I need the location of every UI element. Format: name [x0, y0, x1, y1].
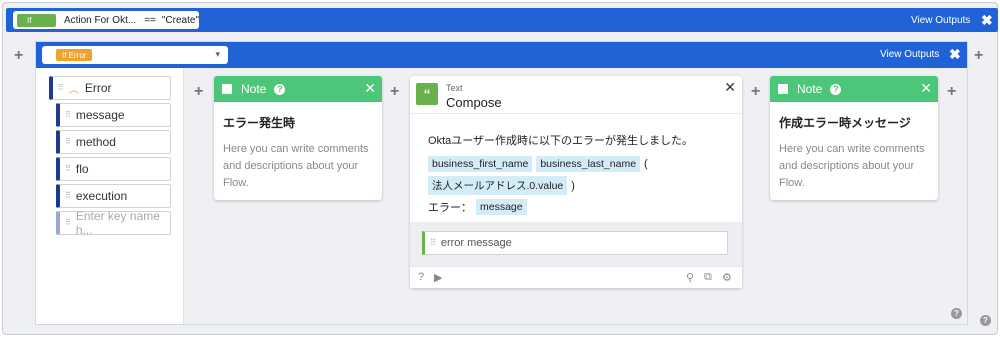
chevron-down-icon[interactable]: ▾: [215, 49, 220, 60]
if-error-block: If Error ▾ View Outputs ✖ ⠿ ︿ Error ⠿ me…: [35, 41, 968, 325]
key-label: execution: [75, 189, 128, 203]
compose-text: エラー：: [428, 202, 472, 214]
note-header: Note ? ✕: [770, 76, 938, 102]
help-icon[interactable]: ?: [951, 308, 962, 319]
key-label: flo: [75, 162, 89, 176]
drag-handle-icon[interactable]: ⠿: [65, 138, 71, 146]
output-field[interactable]: ⠿ error message: [422, 231, 728, 255]
compose-line: エラー： message: [428, 199, 742, 215]
add-card-icon[interactable]: +: [194, 84, 203, 100]
compose-line: 法人メールアドレス.0.value ): [428, 176, 742, 195]
compose-type: Text: [446, 83, 463, 93]
if-condition-field[interactable]: If Action For Okt... == "Create": [13, 11, 199, 29]
close-icon[interactable]: ✕: [364, 80, 376, 97]
chevron-up-icon[interactable]: ︿: [69, 81, 79, 96]
add-card-icon[interactable]: +: [947, 84, 956, 100]
if-error-bar: If Error ▾ View Outputs ✖: [36, 42, 967, 68]
compose-header: “ Text Compose ✕: [410, 76, 742, 114]
compose-title: Compose: [446, 95, 502, 110]
key-label: Error: [84, 81, 112, 95]
drag-handle-icon[interactable]: ⠿: [65, 111, 71, 119]
note-header-label: Note: [797, 82, 823, 96]
variable-token[interactable]: business_last_name: [536, 156, 641, 172]
help-icon[interactable]: ?: [418, 271, 424, 283]
compose-line: business_first_name business_last_name (: [428, 156, 742, 172]
note-icon: [778, 84, 788, 94]
variable-token[interactable]: message: [476, 199, 527, 215]
drag-handle-icon[interactable]: ⠿: [65, 165, 71, 173]
error-keys-panel: ⠿ ︿ Error ⠿ message ⠿ method ⠿ flo ⠿ exe…: [36, 68, 184, 324]
output-field-label: error message: [440, 237, 512, 249]
close-icon[interactable]: ✕: [920, 80, 932, 97]
key-item[interactable]: ⠿ execution: [56, 184, 171, 208]
if-condition-right: "Create": [161, 14, 199, 26]
copy-icon[interactable]: ⧉: [704, 271, 712, 284]
key-label: message: [75, 108, 125, 122]
error-branch-canvas: + + + + Note ? ✕ エラー発生時 Here you can wri…: [184, 68, 967, 324]
quote-icon: “: [416, 83, 438, 105]
if-error-select[interactable]: If Error ▾: [42, 46, 228, 64]
compose-toolbar: ? ▶ ⚲ ⧉ ⚙: [410, 266, 742, 288]
note-title[interactable]: エラー発生時: [223, 114, 382, 131]
compose-card[interactable]: “ Text Compose ✕ Oktaユーザー作成時に以下のエラーが発生しま…: [410, 76, 742, 288]
compose-text-editor[interactable]: Oktaユーザー作成時に以下のエラーが発生しました。 business_firs…: [410, 114, 742, 215]
add-step-left-icon[interactable]: +: [14, 48, 23, 64]
if-close-icon[interactable]: ✖: [981, 13, 993, 27]
key-item[interactable]: ⠿ flo: [56, 157, 171, 181]
note-card[interactable]: Note ? ✕ エラー発生時 Here you can write comme…: [214, 76, 382, 200]
compose-line: Oktaユーザー作成時に以下のエラーが発生しました。: [428, 132, 742, 148]
add-card-icon[interactable]: +: [751, 84, 760, 100]
if-branch-bar: If Action For Okt... == "Create" View Ou…: [6, 8, 998, 32]
if-operator: ==: [144, 14, 156, 26]
key-item[interactable]: ⠿ message: [56, 103, 171, 127]
note-card[interactable]: Note ? ✕ 作成エラー時メッセージ Here you can write …: [770, 76, 938, 200]
key-label: method: [75, 135, 116, 149]
if-view-outputs-link[interactable]: View Outputs: [911, 15, 970, 26]
help-icon[interactable]: ?: [274, 83, 286, 95]
variable-token[interactable]: business_first_name: [428, 156, 533, 172]
if-error-close-icon[interactable]: ✖: [949, 47, 961, 61]
variable-token[interactable]: 法人メールアドレス.0.value: [428, 176, 568, 195]
if-error-view-outputs-link[interactable]: View Outputs: [880, 49, 939, 60]
drag-handle-icon[interactable]: ⠿: [430, 239, 436, 247]
search-icon[interactable]: ⚲: [686, 271, 694, 284]
if-badge: If: [17, 13, 56, 27]
note-header-label: Note: [241, 82, 267, 96]
help-icon[interactable]: ?: [980, 315, 991, 326]
compose-text: Oktaユーザー作成時に以下のエラーが発生しました。: [428, 135, 694, 147]
drag-handle-icon[interactable]: ⠿: [65, 192, 71, 200]
if-error-badge: If Error: [56, 49, 93, 61]
drag-handle-icon[interactable]: ⠿: [65, 219, 71, 227]
add-step-right-icon[interactable]: +: [974, 48, 983, 64]
note-body[interactable]: Here you can write comments and descript…: [779, 141, 929, 192]
note-header: Note ? ✕: [214, 76, 382, 102]
note-title[interactable]: 作成エラー時メッセージ: [779, 114, 938, 131]
add-card-icon[interactable]: +: [390, 84, 399, 100]
key-item[interactable]: ⠿ method: [56, 130, 171, 154]
help-icon[interactable]: ?: [830, 83, 842, 95]
new-key-input[interactable]: ⠿ Enter key name h...: [56, 209, 171, 237]
drag-handle-icon[interactable]: ⠿: [58, 84, 64, 92]
flow-canvas: If Action For Okt... == "Create" View Ou…: [2, 2, 998, 335]
note-icon: [222, 84, 232, 94]
note-body[interactable]: Here you can write comments and descript…: [223, 141, 373, 192]
new-key-placeholder: Enter key name h...: [75, 209, 160, 237]
play-icon[interactable]: ▶: [434, 271, 442, 284]
if-condition-left: Action For Okt...: [63, 14, 137, 26]
close-icon[interactable]: ✕: [724, 79, 736, 96]
gear-icon[interactable]: ⚙: [722, 271, 732, 284]
compose-text: ): [571, 179, 575, 192]
compose-text: (: [644, 158, 648, 170]
key-error-parent[interactable]: ⠿ ︿ Error: [49, 76, 171, 100]
